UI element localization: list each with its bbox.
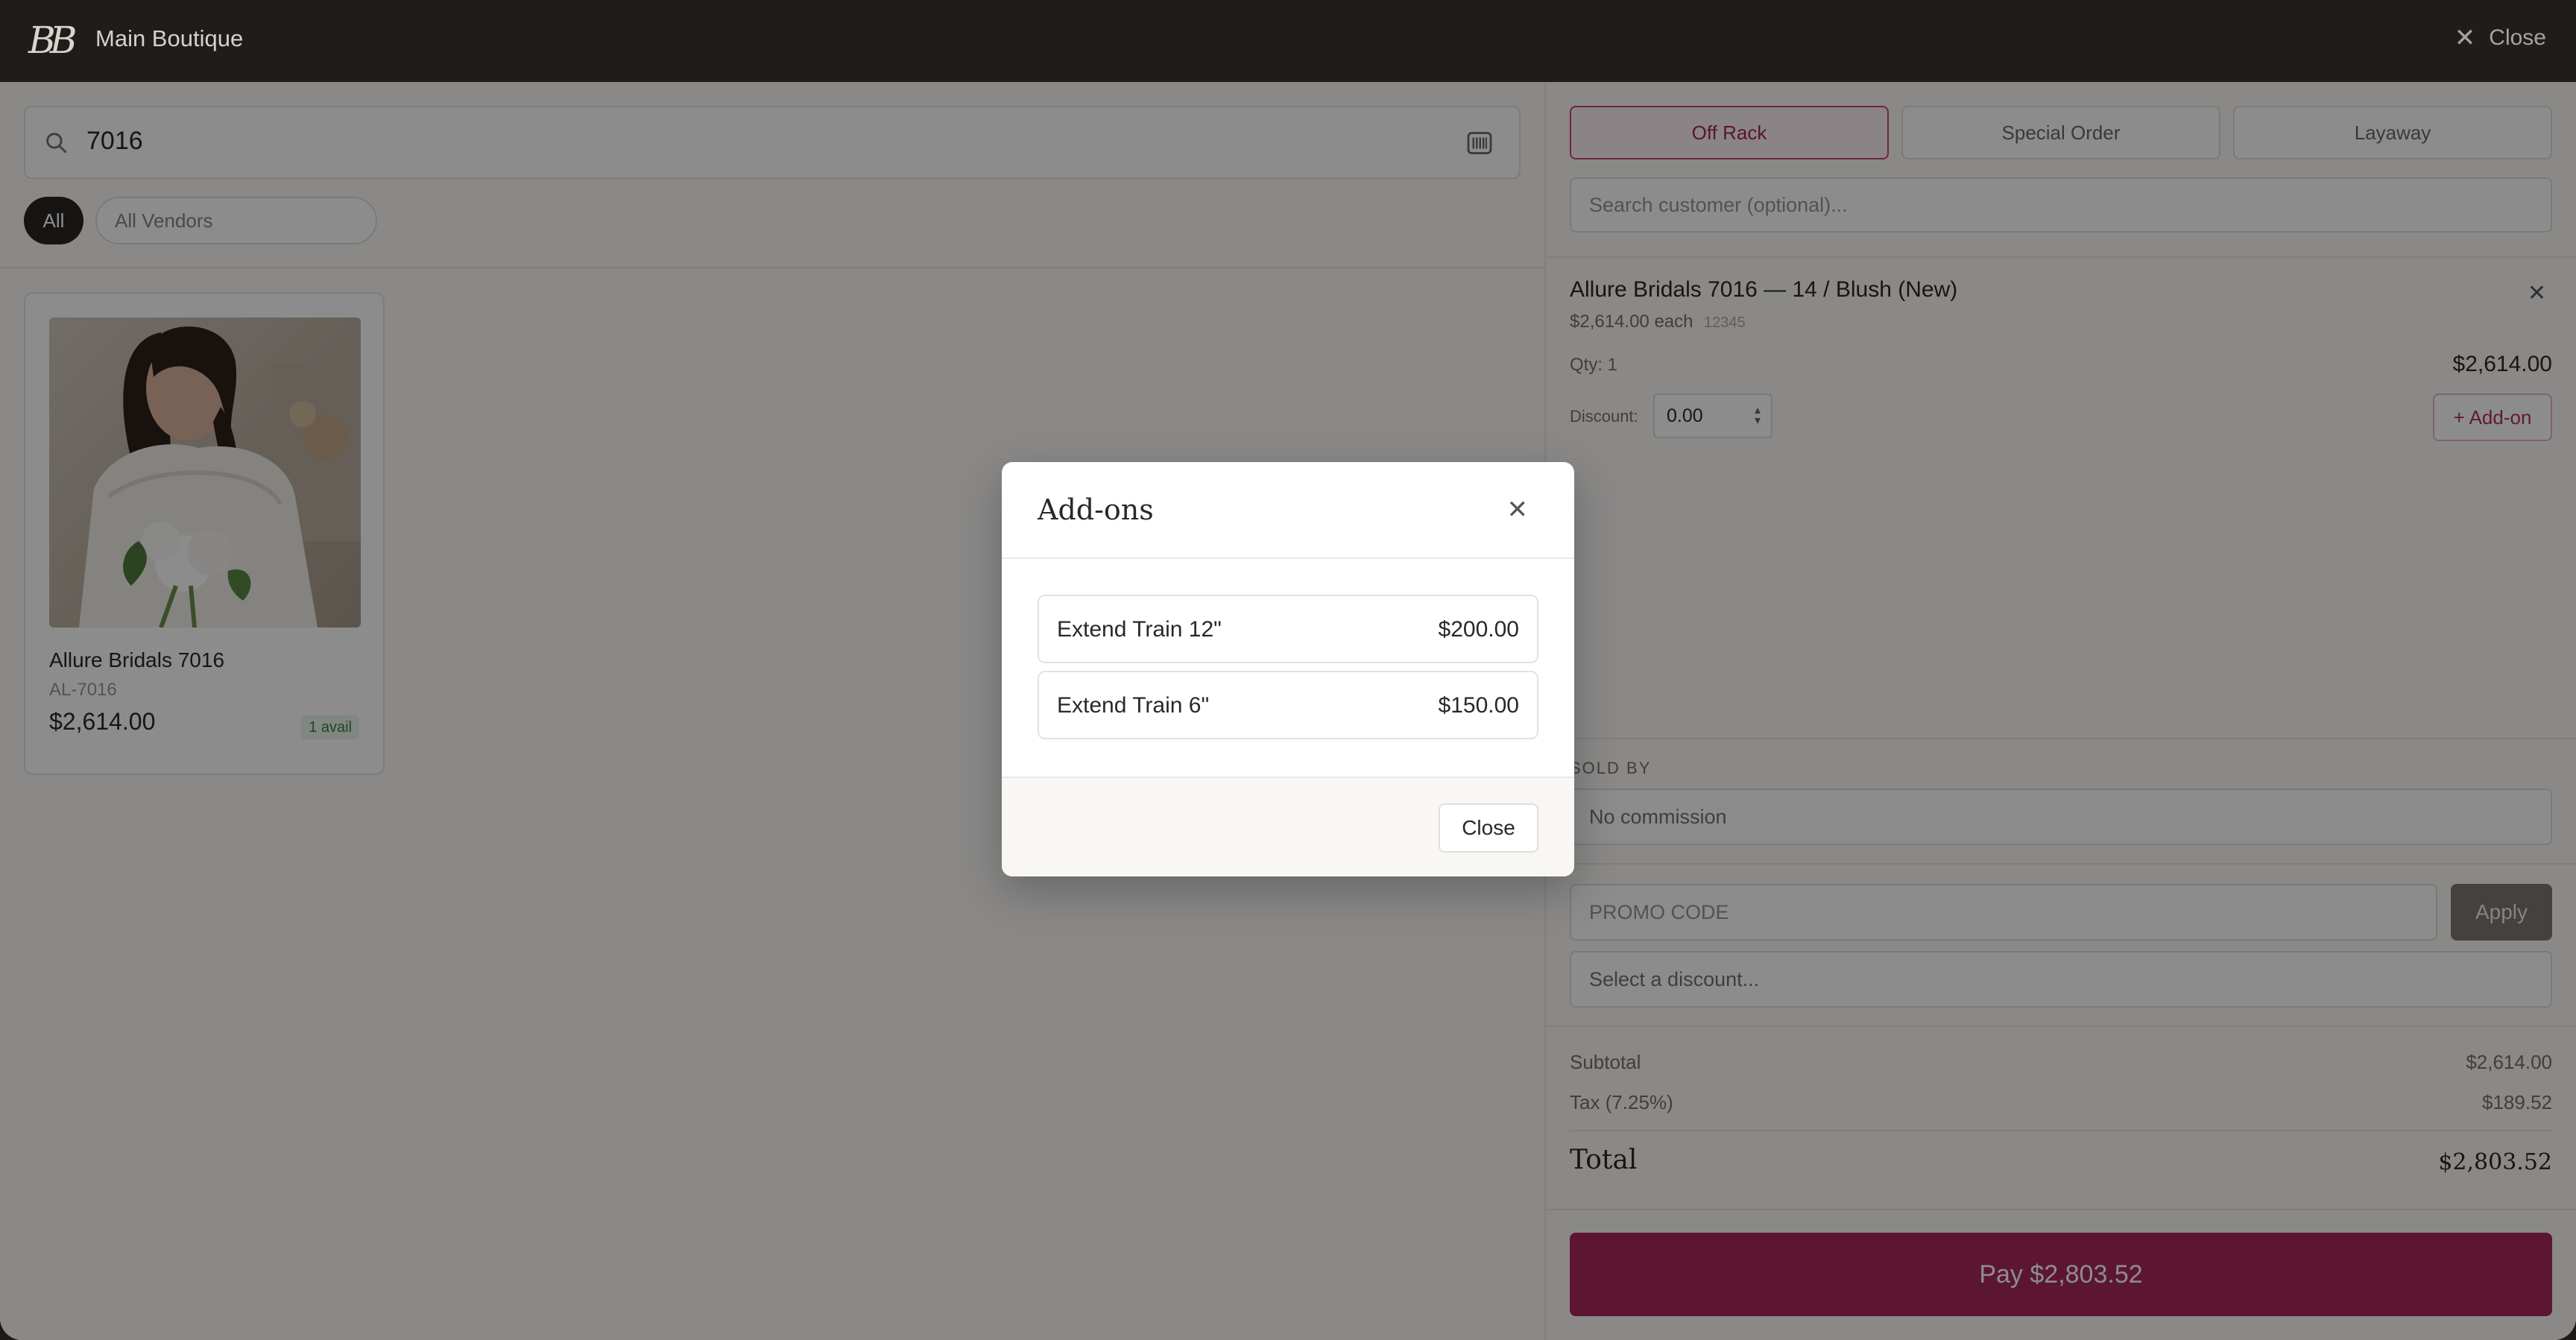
addon-name: Extend Train 6" (1057, 693, 1210, 718)
modal-title: Add-ons (1038, 493, 1154, 526)
modal-close-button[interactable]: Close (1439, 803, 1538, 853)
top-bar: BB Main Boutique ✕ Close (0, 0, 2576, 82)
close-icon: ✕ (2454, 24, 2476, 52)
close-icon[interactable]: ✕ (1507, 495, 1529, 525)
boutique-logo: BB (28, 19, 78, 62)
addon-price: $200.00 (1438, 617, 1519, 642)
divider (1002, 557, 1574, 559)
store-name: Main Boutique (95, 25, 244, 51)
modal-footer: Close (1002, 778, 1574, 876)
addon-name: Extend Train 12" (1057, 617, 1222, 642)
addon-option[interactable]: Extend Train 12" $200.00 (1038, 595, 1538, 663)
addon-price: $150.00 (1438, 693, 1519, 718)
top-close-label: Close (2489, 25, 2546, 50)
app-window: BB Main Boutique ✕ Close 7016 All All Ve (0, 0, 2576, 1340)
top-close-button[interactable]: ✕ Close (2455, 25, 2546, 51)
addons-modal: Add-ons ✕ Extend Train 12" $200.00 Exten… (1002, 462, 1574, 876)
addon-option[interactable]: Extend Train 6" $150.00 (1038, 671, 1538, 739)
